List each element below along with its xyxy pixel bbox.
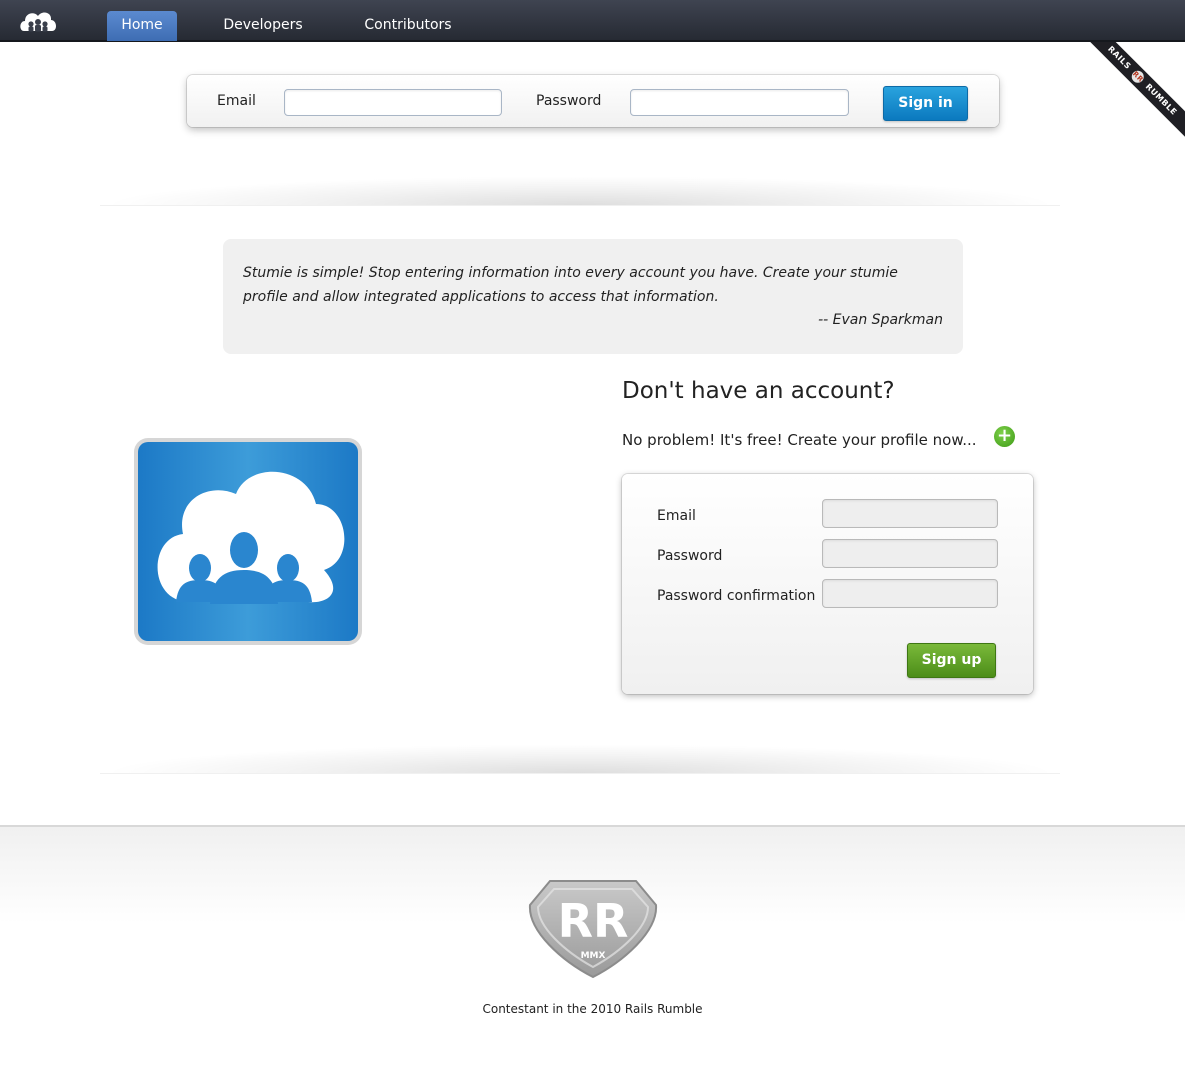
plus-circle-icon[interactable]: + [994,426,1015,447]
top-navbar: Home Developers Contributors [0,0,1185,42]
nav-tab-home[interactable]: Home [107,11,177,41]
cloud-people-icon [157,471,345,604]
signup-password-input[interactable] [822,539,998,568]
section-divider [100,744,1060,774]
footer-contest-text: Contestant in the 2010 Rails Rumble [482,1002,703,1016]
rails-rumble-ribbon[interactable]: RAILS RR RUMBLE [1075,42,1185,152]
section-divider [100,176,1060,206]
signin-email-label: Email [217,93,256,109]
sign-up-button[interactable]: Sign up [907,643,996,678]
signin-bar: Email Password Sign in [187,75,999,127]
badge-letters: RR [558,894,629,948]
signup-password-label: Password [657,548,723,564]
signup-password-confirmation-label: Password confirmation [657,588,816,604]
nav-tab-developers[interactable]: Developers [210,11,316,41]
ribbon-rr-icon: RR [1129,68,1147,86]
badge-sub: MMX [581,951,606,961]
testimonial-quote: Stumie is simple! Stop entering informat… [223,239,963,354]
signup-subtitle: No problem! It's free! Create your profi… [622,431,977,449]
cloud-people-logo-icon[interactable] [18,7,58,35]
quote-text: Stumie is simple! Stop entering informat… [243,265,898,305]
signup-email-input[interactable] [822,499,998,528]
signup-heading: Don't have an account? [622,378,895,404]
signin-password-label: Password [536,93,602,109]
rails-rumble-badge-icon[interactable]: RR MMX [524,875,662,979]
quote-author: -- Evan Sparkman [818,312,943,328]
ribbon-text-rails: RAILS [1106,44,1133,72]
app-logo-large [134,438,362,645]
signin-password-input[interactable] [630,89,849,116]
nav-tab-contributors[interactable]: Contributors [352,11,464,41]
ribbon-text-rumble: RUMBLE [1143,82,1179,117]
signin-email-input[interactable] [284,89,502,116]
sign-in-button[interactable]: Sign in [883,86,968,121]
app-logo-tile [138,442,358,641]
ribbon-band: RAILS RR RUMBLE [1082,42,1185,141]
signup-email-label: Email [657,508,696,524]
signup-password-confirmation-input[interactable] [822,579,998,608]
footer: RR MMX Contestant in the 2010 Rails Rumb… [0,825,1185,1068]
signup-form: Email Password Password confirmation Sig… [622,474,1033,694]
